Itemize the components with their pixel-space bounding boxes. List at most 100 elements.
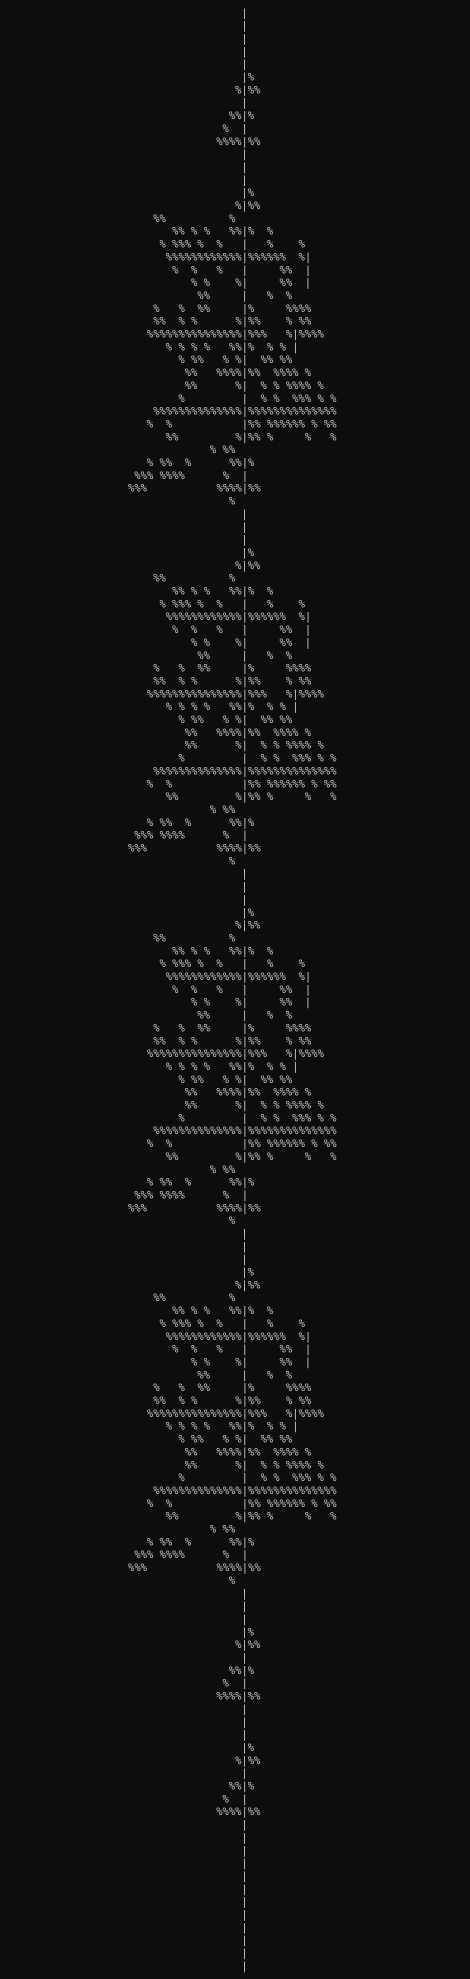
art-line: % % |%% %%%%%% % %%: [147, 419, 337, 431]
art-line: %: [229, 855, 236, 867]
art-line: % %%: [210, 1164, 236, 1176]
art-line: |: [241, 1935, 247, 1947]
art-line: % %%: [210, 444, 236, 456]
art-line: %% %: [153, 1292, 236, 1304]
art-line: %%%%%%%%%%%%%%|%%%%%%%%%%%%%%: [153, 406, 337, 418]
art-line: |: [241, 1768, 247, 1780]
art-line: % |: [223, 123, 248, 135]
art-line: % % % % %%|% % % |: [166, 341, 299, 353]
art-line: %%%%%%%%%%%%%%|%%%%%%%%%%%%%%: [153, 765, 337, 777]
art-line: % %% % %| %% %%: [178, 1074, 292, 1086]
art-line: %%%%%%%%%%%%|%%%%%% %|: [166, 1331, 311, 1343]
ascii-tree-art: ||||||%%|%%|%%|%% |%%%%|%%||||%%|%%%% %%…: [0, 0, 470, 1979]
art-line: % % |%% %%%%%% % %%: [147, 778, 337, 790]
art-line: |: [241, 1601, 247, 1613]
art-line: %% %| % % %%%% %: [185, 380, 325, 392]
art-line: %|%%: [235, 1639, 261, 1651]
art-line: |: [241, 1909, 247, 1921]
art-line: %% | % %: [197, 1010, 293, 1022]
art-line: % % % | %% |: [172, 1344, 311, 1356]
art-line: %%% %%%%|%%: [128, 1562, 261, 1574]
art-line: |: [241, 1729, 247, 1741]
art-line: % %% % %%|%: [147, 457, 255, 469]
art-line: %% %: [153, 213, 236, 225]
art-line: %% % % %%|% %: [172, 586, 274, 598]
art-line: % % |%% %%%%%% % %%: [147, 1498, 337, 1510]
art-line: |%: [241, 1267, 254, 1279]
art-line: % % %% |% %%%%: [153, 663, 312, 675]
art-line: %%% %%%%|%%: [128, 483, 261, 495]
art-line: % % % % %%|% % % |: [166, 1061, 299, 1073]
art-line: %% % % %%|% %: [172, 226, 274, 238]
art-line: %% %|%% % % %: [166, 791, 337, 803]
art-line: % %%: [210, 804, 236, 816]
art-line: %%|%: [229, 1665, 255, 1677]
art-line: %% %| % % %%%% %: [185, 1459, 325, 1471]
art-line: % % % | %% |: [172, 624, 311, 636]
art-line: %% %|%% % % %: [166, 1151, 337, 1163]
art-line: % % %| %% |: [191, 637, 311, 649]
art-line: % %% % %| %% %%: [178, 1434, 292, 1446]
art-line: |: [241, 881, 247, 893]
art-line: |%: [241, 1742, 254, 1754]
art-line: |: [241, 1832, 247, 1844]
art-line: %|%%: [235, 920, 261, 932]
art-line: |: [241, 1228, 247, 1240]
art-line: % % % | %% |: [172, 264, 311, 276]
art-line: %%|%: [229, 110, 255, 122]
art-line: %%% %%%% % |: [134, 830, 248, 842]
art-line: %%%%%%%%%%%%%%%|%%% %|%%%%: [147, 329, 325, 341]
art-line: |: [241, 508, 247, 520]
art-line: |%: [241, 72, 254, 84]
art-line: % %%% % % | % %: [160, 1318, 306, 1330]
art-line: % %% % %| %% %%: [178, 714, 292, 726]
art-line: |: [241, 1948, 247, 1960]
art-line: %: [229, 496, 236, 508]
art-line: |: [241, 534, 247, 546]
art-line: |: [241, 1845, 247, 1857]
art-line: |: [241, 174, 247, 186]
art-line: %% %%%%|%% %%%% %: [185, 1087, 312, 1099]
art-line: |: [241, 1703, 247, 1715]
art-line: % %% % %%|%: [147, 1177, 255, 1189]
art-line: %%|%: [229, 1781, 255, 1793]
art-line: % |: [223, 1678, 248, 1690]
art-line: |: [241, 1588, 247, 1600]
art-line: %% % % %|%% % %%: [153, 676, 312, 688]
art-line: %|%%: [235, 1755, 261, 1767]
art-line: % | % % %%% % %: [178, 1472, 337, 1484]
art-line: |: [241, 894, 247, 906]
art-line: %%%%%%%%%%%%|%%%%%% %|: [166, 251, 311, 263]
art-line: % % |%% %%%%%% % %%: [147, 1138, 337, 1150]
art-line: |: [241, 1241, 247, 1253]
art-line: % % % % %%|% % % |: [166, 701, 299, 713]
art-line: %% %: [153, 573, 236, 585]
art-line: |%: [241, 187, 254, 199]
art-line: |%: [241, 907, 254, 919]
art-line: %%% %%%%|%%: [128, 1202, 261, 1214]
art-line: |: [241, 59, 247, 71]
art-line: % %%% % % | % %: [160, 598, 306, 610]
art-line: % % %% |% %%%%: [153, 1022, 312, 1034]
art-line: % |: [223, 1793, 248, 1805]
art-line: |: [241, 1871, 247, 1883]
art-line: %% %| % % %%%% %: [185, 740, 325, 752]
art-line: %%%%%%%%%%%%%%%|%%% %|%%%%: [147, 1408, 325, 1420]
art-line: %% % % %|%% % %%: [153, 1395, 312, 1407]
art-line: %% %|%% % % %: [166, 1511, 337, 1523]
art-line: |: [241, 97, 247, 109]
art-line: |: [241, 1896, 247, 1908]
art-line: %%%%%%%%%%%%%%%|%%% %|%%%%: [147, 688, 325, 700]
art-line: % % %| %% |: [191, 277, 311, 289]
art-line: %%% %%%%|%%: [128, 843, 261, 855]
art-line: % | % % %%% % %: [178, 1112, 337, 1124]
art-line: %% % % %%|% %: [172, 945, 274, 957]
art-line: |: [241, 1858, 247, 1870]
art-line: %%%%%%%%%%%%|%%%%%% %|: [166, 971, 311, 983]
art-line: |: [241, 33, 247, 45]
art-line: % % % % %%|% % % |: [166, 1421, 299, 1433]
art-line: % % % | %% |: [172, 984, 311, 996]
art-line: %|%%: [235, 200, 261, 212]
art-line: %%%%|%%: [216, 136, 261, 148]
art-line: %|%%: [235, 84, 261, 96]
